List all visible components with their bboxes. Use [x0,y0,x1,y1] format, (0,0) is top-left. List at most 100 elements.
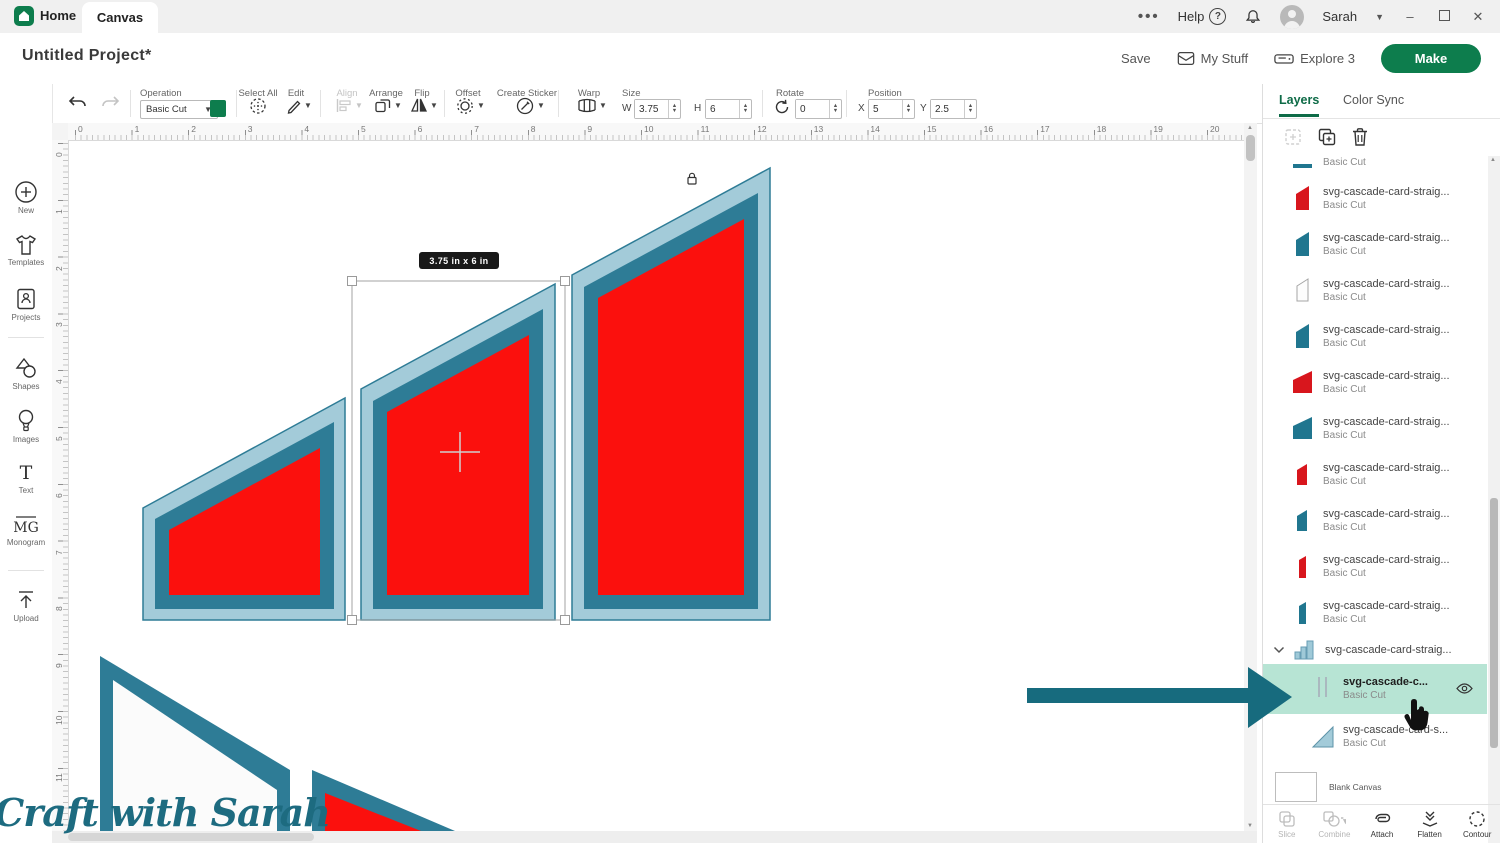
sidebar-item-images[interactable]: Images [0,409,52,444]
tab-canvas[interactable]: Canvas [82,2,158,33]
y-field[interactable]: ▲▼ [930,99,977,119]
help-menu[interactable]: Help ? [1178,8,1227,25]
warp-icon[interactable] [577,97,597,114]
create-sticker-icon[interactable] [516,97,534,115]
rotate-stepper[interactable]: ▲ ▼ [829,100,841,118]
avatar[interactable] [1280,4,1305,29]
y-stepper[interactable]: ▲ ▼ [964,100,976,118]
layer-row[interactable]: svg-cascade-card-straig... Basic Cut [1263,314,1487,360]
layer-row[interactable]: svg-cascade-card-straig... Basic Cut [1263,406,1487,452]
color-swatch[interactable] [210,100,226,117]
flip-icon[interactable] [410,97,428,113]
make-button[interactable]: Make [1381,44,1481,73]
sidebar-item-upload[interactable]: Upload [0,588,52,623]
tab-layers[interactable]: Layers [1279,93,1320,117]
window-close-button[interactable]: ✕ [1470,9,1486,25]
tab-color-sync[interactable]: Color Sync [1343,93,1404,107]
layer-row[interactable]: svg-cascade-card-straig... Basic Cut [1263,176,1487,222]
height-field[interactable]: ▲▼ [705,99,752,119]
layer-row[interactable]: svg-cascade-card-straig... Basic Cut [1263,544,1487,590]
scroll-down-icon[interactable]: ▼ [1247,823,1253,829]
watermark-text: Craft with Sarah [0,790,331,835]
machine-icon [1274,54,1294,64]
chevron-down-icon[interactable] [1273,646,1285,654]
combine-icon: ▼ [1323,811,1346,827]
edit-pencil-icon[interactable] [286,97,302,114]
layer-operation: Basic Cut [1323,568,1366,579]
delete-trash-icon[interactable] [1351,127,1369,147]
layer-name: svg-cascade-card-straig... [1323,554,1450,566]
my-stuff-button[interactable]: My Stuff [1177,51,1248,66]
canvas-vscroll-thumb[interactable] [1246,135,1255,161]
offset-icon[interactable] [456,97,474,115]
sidebar-item-shapes[interactable]: Shapes [0,356,52,391]
layer-row[interactable]: svg-cascade-card-straig... Basic Cut [1263,360,1487,406]
undo-icon[interactable] [68,95,88,111]
save-button[interactable]: Save [1121,51,1151,66]
x-stepper[interactable]: ▲ ▼ [902,100,914,118]
layer-row[interactable]: svg-cascade-card-straig... Basic Cut [1263,590,1487,636]
blank-canvas-row[interactable]: Blank Canvas [1263,770,1500,804]
layers-scroll-up-icon[interactable]: ▲ [1490,157,1496,163]
layer-operation: Basic Cut [1323,476,1366,487]
slice-button[interactable]: Slice [1263,805,1311,843]
layer-operation: Basic Cut [1323,292,1366,303]
duplicate-icon[interactable] [1317,127,1337,147]
operation-select[interactable]: Basic Cut ▼ [140,100,218,119]
user-name[interactable]: Sarah [1322,9,1357,24]
x-input[interactable] [869,100,902,118]
attach-button[interactable]: Attach [1358,805,1406,843]
rotate-icon[interactable] [774,99,790,115]
ruler-number: 6 [54,493,64,498]
sidebar-item-templates[interactable]: Templates [0,234,52,267]
sidebar-item-text[interactable]: T Text [0,462,52,495]
group-icon[interactable] [1283,127,1303,147]
layer-row[interactable]: svg-cascade-card-straig... Basic Cut [1263,268,1487,314]
layer-thumbnail-teal-wedge-thin [1291,596,1315,631]
rotate-field[interactable]: ▲▼ [795,99,842,119]
layer-row[interactable]: svg-cascade-card-straig... Basic Cut [1263,222,1487,268]
width-field[interactable]: ▲▼ [634,99,681,119]
nav-home[interactable]: Home [40,8,76,23]
cricut-home-logo-icon[interactable] [14,6,34,26]
ruler-corner [52,123,69,141]
window-maximize-button[interactable] [1436,9,1452,24]
visibility-eye-icon[interactable] [1456,682,1473,695]
layer-row[interactable]: svg-cascade-card-straig... Basic Cut [1263,452,1487,498]
machine-select-button[interactable]: Explore 3 [1274,51,1355,66]
sidebar-item-monogram[interactable]: MG Monogram [0,514,52,547]
width-stepper[interactable]: ▲ ▼ [668,100,680,118]
user-chevron-down-icon[interactable]: ▼ [1375,12,1384,22]
arrange-icon[interactable] [375,97,391,113]
window-minimize-button[interactable]: – [1402,9,1418,24]
redo-icon[interactable] [100,95,120,111]
ruler-number: 4 [54,379,64,385]
x-field[interactable]: ▲▼ [868,99,915,119]
blank-canvas-swatch[interactable] [1275,772,1317,802]
ruler-number: 10 [644,124,654,134]
edit-chevron-icon[interactable]: ▼ [304,101,312,110]
width-input[interactable] [635,100,668,118]
y-input[interactable] [931,100,964,118]
scroll-up-icon[interactable]: ▲ [1247,125,1253,131]
rotate-input[interactable] [796,100,829,118]
layers-scroll-thumb[interactable] [1490,498,1498,748]
layer-operation: Basic Cut [1323,246,1366,257]
size-label: Size [622,88,641,99]
layers-scrollbar[interactable]: ▲ ▼ [1488,156,1500,843]
select-all-icon[interactable] [249,97,267,115]
notifications-bell-icon[interactable] [1244,8,1262,26]
overflow-menu-icon[interactable]: ••• [1138,8,1160,25]
sidebar-item-projects[interactable]: Projects [0,287,52,322]
layer-row[interactable]: svg-cascade-card-straig... Basic Cut [1263,498,1487,544]
combine-button[interactable]: ▼ Combine [1311,805,1359,843]
height-input[interactable] [706,100,739,118]
project-title: Untitled Project* [22,47,152,64]
layer-row[interactable]: Basic Cut [1263,156,1487,176]
ruler-number: 4 [304,124,310,134]
height-stepper[interactable]: ▲ ▼ [739,100,751,118]
horizontal-ruler: 0 1 2 3 4 5 6 7 8 9 10 11 12 13 14 15 16 17 18 19 20 [68,123,1244,141]
contour-button[interactable]: Contour [1453,805,1500,843]
flatten-button[interactable]: Flatten [1406,805,1454,843]
sidebar-item-new[interactable]: New [0,180,52,215]
